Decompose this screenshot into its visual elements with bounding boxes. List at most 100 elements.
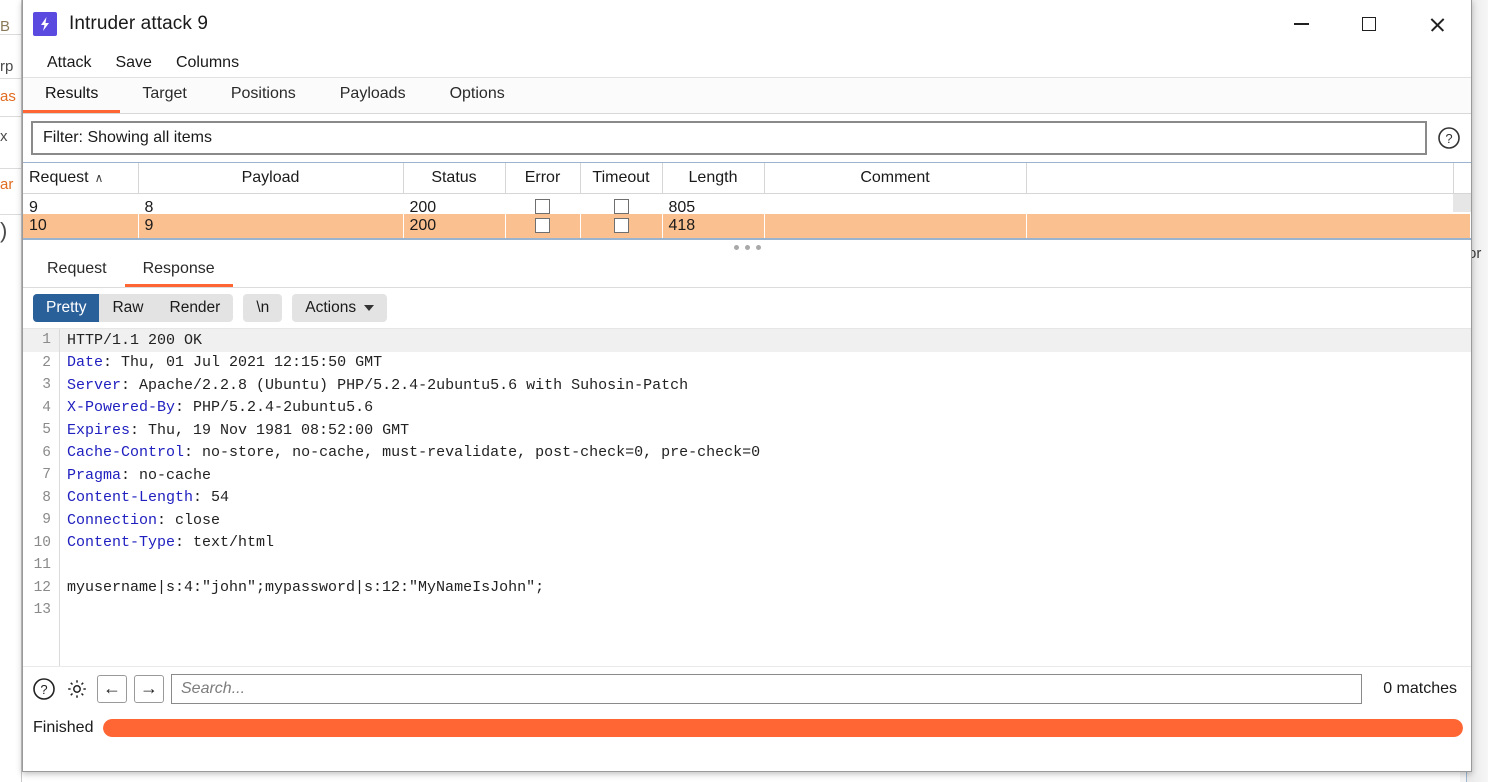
filter-bar[interactable]: Filter: Showing all items <box>31 121 1427 155</box>
close-icon <box>1429 16 1446 33</box>
cell-status <box>403 238 505 240</box>
code-line: 10 Content-Type: text/html <box>23 532 1471 555</box>
tab-request[interactable]: Request <box>29 254 125 287</box>
header-colon: : <box>157 511 167 529</box>
code-line: 12 myusername|s:4:"john";mypassword|s:12… <box>23 577 1471 600</box>
main-tab-strip: Results Target Positions Payloads Option… <box>23 78 1471 114</box>
tab-response[interactable]: Response <box>124 254 233 287</box>
table-scrollbar-thumb[interactable] <box>1453 194 1471 212</box>
header-name: Pragma <box>67 466 122 484</box>
cell-error <box>505 214 580 238</box>
tab-payloads[interactable]: Payloads <box>318 78 428 113</box>
background-window-left-strip: B rp as x ar ) <box>0 0 22 782</box>
line-content: Expires: Thu, 19 Nov 1981 08:52:00 GMT <box>59 422 409 439</box>
status-line-text: HTTP/1.1 200 OK <box>67 331 203 349</box>
view-mode-raw[interactable]: Raw <box>99 294 156 322</box>
newline-label: \n <box>256 299 270 316</box>
header-colon: : <box>175 534 185 552</box>
response-viewer[interactable]: 1 HTTP/1.1 200 OK 2 Date: Thu, 01 Jul 20… <box>23 328 1471 666</box>
line-number: 9 <box>42 512 51 529</box>
error-checkbox[interactable] <box>535 218 550 234</box>
arrow-right-icon[interactable]: → <box>134 674 164 703</box>
column-header-error[interactable]: Error <box>505 163 581 194</box>
header-value: Thu, 01 Jul 2021 12:15:50 GMT <box>112 354 383 372</box>
timeout-checkbox[interactable] <box>613 218 629 234</box>
line-content: Content-Length: 54 <box>59 489 229 506</box>
code-line: 1 HTTP/1.1 200 OK <box>23 329 1471 352</box>
header-colon: : <box>184 444 194 462</box>
code-line: 11 <box>23 554 1471 577</box>
code-line: 3 Server: Apache/2.2.8 (Ubuntu) PHP/5.2.… <box>23 374 1471 397</box>
line-content: myusername|s:4:"john";mypassword|s:12:"M… <box>67 579 545 597</box>
tab-positions[interactable]: Positions <box>209 78 318 113</box>
code-line: 6 Cache-Control: no-store, no-cache, mus… <box>23 442 1471 465</box>
panel-splitter-handle[interactable] <box>23 240 1471 254</box>
table-scroll-up-button[interactable] <box>1453 163 1471 193</box>
header-value: no-cache <box>130 466 212 484</box>
cell-length <box>662 238 764 240</box>
cell-status: 200 <box>409 217 437 234</box>
table-row[interactable]: 10 9 200 418 <box>23 214 1471 238</box>
arrow-left-icon[interactable]: ← <box>97 674 127 703</box>
question-circle-icon[interactable]: ? <box>31 676 57 702</box>
column-header-payload[interactable]: Payload <box>138 163 404 194</box>
table-row[interactable]: 9 8 200 805 <box>23 193 1471 214</box>
line-number: 8 <box>42 489 51 506</box>
window-title: Intruder attack 9 <box>69 13 208 34</box>
column-label-request: Request <box>29 168 89 186</box>
header-value: Apache/2.2.8 (Ubuntu) PHP/5.2.4-2ubuntu5… <box>130 376 689 394</box>
close-button[interactable] <box>1403 0 1471 48</box>
results-table: Request ∧ Payload Status Error Timeout Le… <box>23 162 1471 240</box>
code-line: 8 Content-Length: 54 <box>23 487 1471 510</box>
menu-bar: Attack Save Columns <box>23 48 1471 78</box>
column-header-status[interactable]: Status <box>403 163 506 194</box>
table-row[interactable] <box>23 238 1471 240</box>
column-header-timeout[interactable]: Timeout <box>580 163 663 194</box>
tab-target[interactable]: Target <box>120 78 208 113</box>
menu-item-columns[interactable]: Columns <box>164 51 251 75</box>
maximize-button[interactable] <box>1335 0 1403 48</box>
line-content: Content-Type: text/html <box>59 534 274 551</box>
menu-item-attack[interactable]: Attack <box>35 51 103 75</box>
view-mode-pretty[interactable]: Pretty <box>33 294 100 322</box>
line-number: 4 <box>42 399 51 416</box>
cell-payload <box>138 238 403 240</box>
error-checkbox[interactable] <box>535 199 550 214</box>
minimize-button[interactable] <box>1267 0 1335 48</box>
line-number: 7 <box>42 467 51 484</box>
search-input[interactable] <box>171 673 1363 704</box>
question-circle-icon[interactable]: ? <box>1435 124 1463 152</box>
cell-error <box>505 193 580 214</box>
gear-icon[interactable] <box>64 676 90 702</box>
header-value: text/html <box>184 534 275 552</box>
cell-spacer <box>1026 193 1471 214</box>
attack-progress-fill <box>103 719 1463 737</box>
line-content: Date: Thu, 01 Jul 2021 12:15:50 GMT <box>59 354 382 371</box>
column-header-request[interactable]: Request ∧ <box>23 163 139 194</box>
cell-error <box>505 238 580 240</box>
background-fragment-5: ) <box>0 218 8 243</box>
column-header-comment[interactable]: Comment <box>764 163 1027 194</box>
view-mode-render[interactable]: Render <box>157 294 234 322</box>
menu-item-save[interactable]: Save <box>103 51 163 75</box>
timeout-checkbox[interactable] <box>613 199 629 214</box>
svg-text:?: ? <box>40 682 47 697</box>
cell-comment <box>764 193 1026 214</box>
header-value: PHP/5.2.4-2ubuntu5.6 <box>184 399 374 417</box>
column-header-length[interactable]: Length <box>662 163 765 194</box>
column-header-spacer <box>1026 163 1471 194</box>
tab-results[interactable]: Results <box>23 78 121 113</box>
view-mode-segmented-control: Pretty Raw Render <box>33 294 234 322</box>
view-toolbar: Pretty Raw Render \n Actions <box>23 288 1471 328</box>
header-name: X-Powered-By <box>67 399 176 417</box>
line-number: 5 <box>42 422 51 439</box>
tab-options[interactable]: Options <box>428 78 527 113</box>
line-number: 1 <box>42 332 51 349</box>
cell-length: 805 <box>668 199 696 215</box>
filter-row: Filter: Showing all items ? <box>23 114 1471 162</box>
background-fragment-0: B <box>0 18 11 35</box>
newline-toggle-button[interactable]: \n <box>243 294 283 322</box>
background-fragment-4: ar <box>0 176 14 193</box>
actions-button[interactable]: Actions <box>292 294 388 322</box>
header-colon: : <box>121 466 131 484</box>
